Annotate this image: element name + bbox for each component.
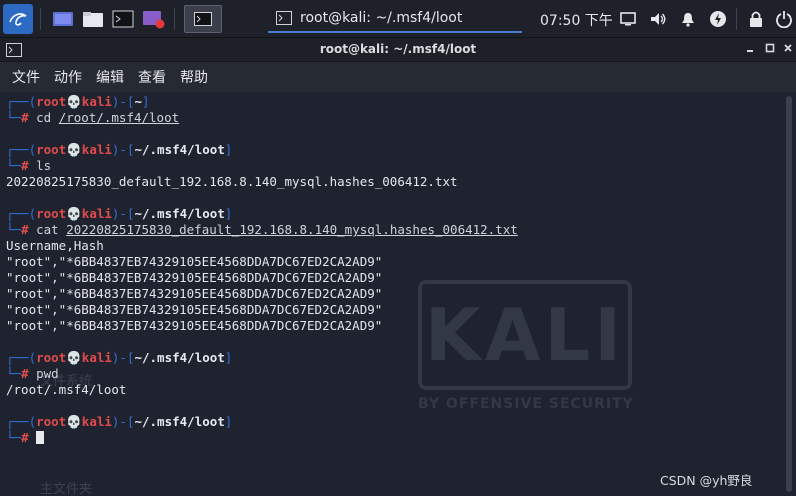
prompt-line: ┌──(root💀kali)-[~/.msf4/loot] <box>6 142 233 157</box>
close-button[interactable] <box>780 41 796 57</box>
prompt-line: ┌──(root💀kali)-[~/.msf4/loot] <box>6 414 233 429</box>
panel-separator <box>174 8 175 30</box>
desktop-label-home: 主文件夹 <box>40 482 93 496</box>
command-line: └─# ls <box>6 158 52 173</box>
kali-menu-icon[interactable] <box>3 4 33 34</box>
command-line: └─# cd /root/.msf4/loot <box>6 110 180 125</box>
output-line: "root","*6BB4837EB74329105EE4568DDA7DC67… <box>6 286 383 301</box>
panel-separator <box>736 8 737 30</box>
menu-view[interactable]: 查看 <box>138 67 166 87</box>
command-line: └─# pwd <box>6 366 59 381</box>
window-titlebar[interactable]: root@kali: ~/.msf4/loot <box>0 38 796 62</box>
clock[interactable]: 07:50 下午 <box>540 10 613 30</box>
panel-separator <box>40 8 41 30</box>
window-title: root@kali: ~/.msf4/loot <box>319 42 477 56</box>
csdn-watermark: CSDN @yh野良 <box>660 473 753 488</box>
file-manager-icon[interactable] <box>82 6 104 32</box>
kali-watermark-logo: KALI <box>418 280 632 390</box>
terminal-output[interactable]: KALI BY OFFENSIVE SECURITY 文件系统 主文件夹 ┌──… <box>0 92 782 496</box>
show-desktop-icon[interactable] <box>52 6 74 32</box>
menubar: 文件 动作 编辑 查看 帮助 <box>0 62 796 92</box>
lock-screen-icon[interactable] <box>746 9 766 29</box>
display-icon[interactable] <box>618 9 638 29</box>
taskbar-window-title: root@kali: ~/.msf4/loot <box>300 10 463 26</box>
output-line: "root","*6BB4837EB74329105EE4568DDA7DC67… <box>6 318 383 333</box>
output-line: "root","*6BB4837EB74329105EE4568DDA7DC67… <box>6 254 383 269</box>
terminal-window: root@kali: ~/.msf4/loot 文件 动作 编辑 查看 帮助 K… <box>0 38 796 496</box>
power-manager-icon[interactable] <box>708 9 728 29</box>
menu-help[interactable]: 帮助 <box>180 67 208 87</box>
command-line: └─# cat 20220825175830_default_192.168.8… <box>6 222 518 237</box>
prompt-line: ┌──(root💀kali)-[~] <box>6 94 150 109</box>
volume-icon[interactable] <box>648 9 668 29</box>
notification-bell-icon[interactable] <box>678 9 698 29</box>
prompt-line: ┌──(root💀kali)-[~/.msf4/loot] <box>6 206 233 221</box>
output-line: Username,Hash <box>6 238 104 253</box>
command-line: └─# <box>6 430 45 446</box>
output-line: "root","*6BB4837EB74329105EE4568DDA7DC67… <box>6 270 383 285</box>
menu-edit[interactable]: 编辑 <box>96 67 124 87</box>
output-line: /root/.msf4/loot <box>6 382 127 397</box>
scrollbar[interactable] <box>782 92 796 496</box>
top-panel: root@kali: ~/.msf4/loot 07:50 下午 <box>0 0 796 38</box>
terminal-icon <box>276 11 292 25</box>
screen-recorder-icon[interactable] <box>142 6 166 32</box>
prompt-line: ┌──(root💀kali)-[~/.msf4/loot] <box>6 350 233 365</box>
taskbar-window-button[interactable]: root@kali: ~/.msf4/loot <box>268 5 522 33</box>
workspace-terminal-icon[interactable] <box>184 5 222 33</box>
output-line: "root","*6BB4837EB74329105EE4568DDA7DC67… <box>6 302 383 317</box>
menu-actions[interactable]: 动作 <box>54 67 82 87</box>
kali-watermark-tagline: BY OFFENSIVE SECURITY <box>418 396 634 412</box>
scroll-thumb[interactable] <box>786 96 792 492</box>
minimize-button[interactable] <box>742 41 758 57</box>
logout-icon[interactable] <box>774 9 794 29</box>
maximize-button[interactable] <box>762 41 778 57</box>
menu-file[interactable]: 文件 <box>12 67 40 87</box>
output-line: 20220825175830_default_192.168.8.140_mys… <box>6 174 458 189</box>
text-cursor <box>36 431 45 444</box>
terminal-launcher-icon[interactable] <box>112 6 134 32</box>
